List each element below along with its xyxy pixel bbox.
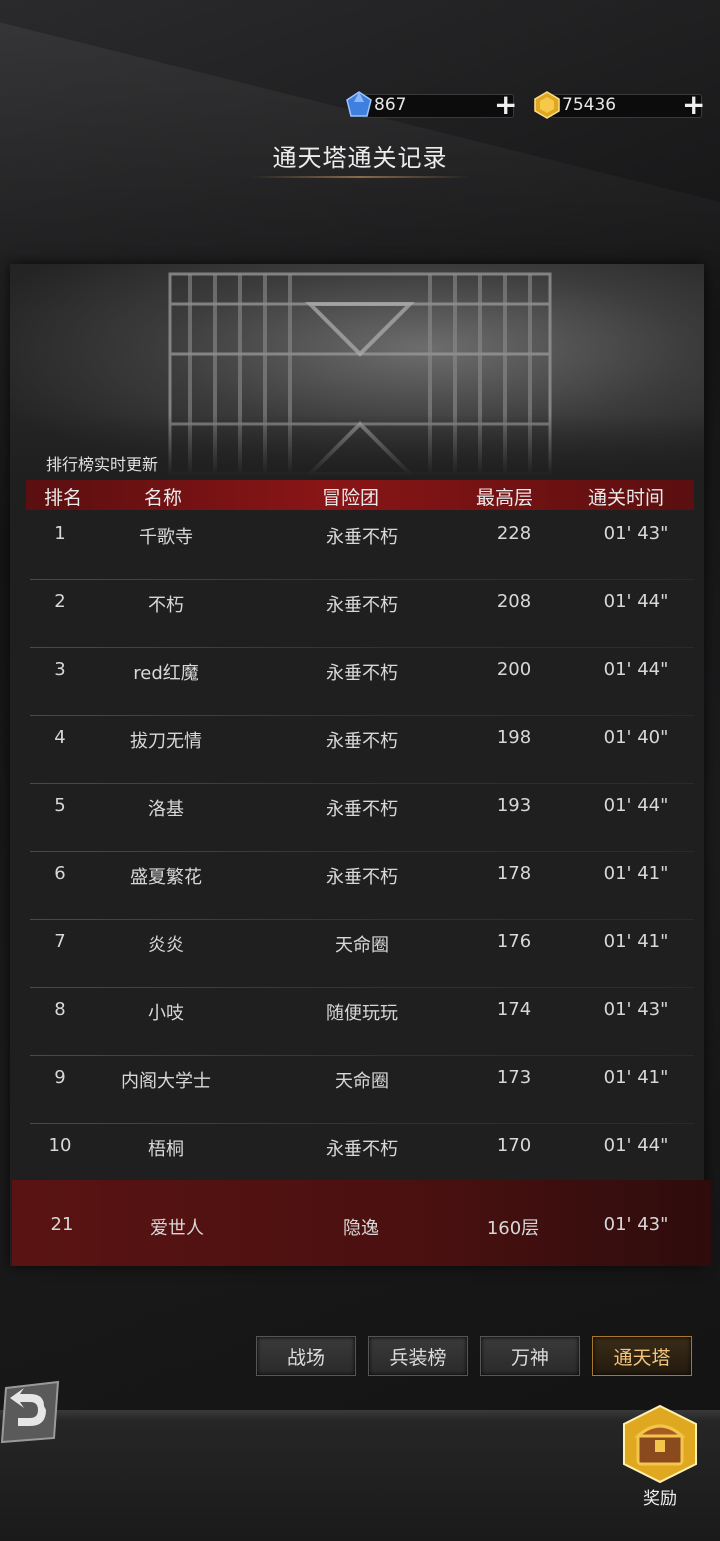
row-floor: 174 xyxy=(496,999,532,1020)
column-clear-time: 通关时间 xyxy=(588,487,665,509)
row-floor: 176 xyxy=(496,931,532,952)
add-gem-button[interactable]: + xyxy=(494,91,517,119)
title-divider xyxy=(250,176,470,178)
column-max-floor: 最高层 xyxy=(476,487,534,509)
row-name: 盛夏繁花 xyxy=(130,867,202,888)
gold-currency: 75436 + xyxy=(532,90,708,120)
row-name: 炎炎 xyxy=(148,935,184,956)
row-rank: 2 xyxy=(54,591,66,612)
my-name: 爱世人 xyxy=(150,1218,204,1239)
row-floor: 173 xyxy=(496,1067,532,1088)
row-rank: 8 xyxy=(54,999,66,1020)
row-name: 梧桐 xyxy=(148,1139,184,1160)
row-guild: 永垂不朽 xyxy=(326,1139,398,1160)
row-name: 洛基 xyxy=(148,799,184,820)
row-guild: 天命圈 xyxy=(335,935,389,956)
treasure-chest-icon[interactable] xyxy=(622,1404,698,1484)
realtime-update-label: 排行榜实时更新 xyxy=(46,455,159,474)
row-time: 01' 44" xyxy=(603,795,669,816)
row-rank: 1 xyxy=(54,523,66,544)
my-floor: 160层 xyxy=(486,1218,540,1239)
row-guild: 永垂不朽 xyxy=(326,595,398,616)
page-title: 通天塔通关记录 xyxy=(272,144,448,172)
row-time: 01' 44" xyxy=(603,659,669,680)
row-name: 内阁大学士 xyxy=(121,1071,211,1092)
table-row[interactable]: 6 盛夏繁花 永垂不朽 178 01' 41" xyxy=(26,852,694,920)
my-rank: 21 xyxy=(50,1214,74,1235)
row-name: red红魔 xyxy=(133,663,199,684)
row-rank: 9 xyxy=(54,1067,66,1088)
row-floor: 178 xyxy=(496,863,532,884)
column-rank: 排名 xyxy=(44,487,83,509)
row-floor: 208 xyxy=(496,591,532,612)
row-guild: 永垂不朽 xyxy=(326,731,398,752)
row-time: 01' 41" xyxy=(603,863,669,884)
gold-coin-icon xyxy=(534,91,560,119)
row-name: 千歌寺 xyxy=(139,527,193,548)
table-row[interactable]: 2 不朽 永垂不朽 208 01' 44" xyxy=(26,580,694,648)
column-name: 名称 xyxy=(144,487,183,509)
row-floor: 200 xyxy=(496,659,532,680)
row-rank: 5 xyxy=(54,795,66,816)
row-rank: 10 xyxy=(48,1135,72,1156)
table-row[interactable]: 8 小吱 随便玩玩 174 01' 43" xyxy=(26,988,694,1056)
tab-tower[interactable]: 通天塔 xyxy=(592,1336,692,1376)
row-guild: 天命圈 xyxy=(335,1071,389,1092)
row-rank: 6 xyxy=(54,863,66,884)
tower-banner-image: 排行榜实时更新 xyxy=(10,264,704,476)
column-guild: 冒险团 xyxy=(322,487,380,509)
tab-battlefield[interactable]: 战场 xyxy=(256,1336,356,1376)
table-row[interactable]: 4 拔刀无情 永垂不朽 198 01' 40" xyxy=(26,716,694,784)
row-time: 01' 41" xyxy=(603,931,669,952)
reward-label: 奖励 xyxy=(643,1489,677,1509)
row-time: 01' 43" xyxy=(603,999,669,1020)
row-guild: 永垂不朽 xyxy=(326,867,398,888)
row-guild: 永垂不朽 xyxy=(326,799,398,820)
table-row[interactable]: 9 内阁大学士 天命圈 173 01' 41" xyxy=(26,1056,694,1124)
bottom-bar xyxy=(0,1410,720,1541)
row-time: 01' 40" xyxy=(603,727,669,748)
row-guild: 永垂不朽 xyxy=(326,527,398,548)
table-row[interactable]: 1 千歌寺 永垂不朽 228 01' 43" xyxy=(26,512,694,580)
my-guild: 隐逸 xyxy=(343,1218,379,1239)
table-row[interactable]: 5 洛基 永垂不朽 193 01' 44" xyxy=(26,784,694,852)
tab-equipment-rank[interactable]: 兵装榜 xyxy=(368,1336,468,1376)
row-time: 01' 44" xyxy=(603,1135,669,1156)
tower-illustration xyxy=(10,272,704,476)
blue-gem-icon xyxy=(346,91,372,117)
row-guild: 永垂不朽 xyxy=(326,663,398,684)
row-name: 拔刀无情 xyxy=(130,731,202,752)
gem-currency: 867 + xyxy=(344,90,520,120)
row-floor: 198 xyxy=(496,727,532,748)
row-time: 01' 41" xyxy=(603,1067,669,1088)
table-row[interactable]: 3 red红魔 永垂不朽 200 01' 44" xyxy=(26,648,694,716)
my-time: 01' 43" xyxy=(603,1214,669,1235)
row-name: 小吱 xyxy=(148,1003,184,1024)
row-floor: 193 xyxy=(496,795,532,816)
row-time: 01' 44" xyxy=(603,591,669,612)
row-time: 01' 43" xyxy=(603,523,669,544)
row-guild: 随便玩玩 xyxy=(326,1003,398,1024)
row-rank: 3 xyxy=(54,659,66,680)
table-header: 排名 名称 冒险团 最高层 通关时间 xyxy=(26,480,694,510)
row-floor: 228 xyxy=(496,523,532,544)
add-gold-button[interactable]: + xyxy=(682,91,705,119)
row-rank: 4 xyxy=(54,727,66,748)
row-floor: 170 xyxy=(496,1135,532,1156)
row-name: 不朽 xyxy=(148,595,184,616)
back-arrow-icon[interactable] xyxy=(0,1380,62,1444)
tab-pantheon[interactable]: 万神 xyxy=(480,1336,580,1376)
my-rank-row[interactable]: 21 爱世人 隐逸 160层 01' 43" xyxy=(12,1180,711,1266)
row-rank: 7 xyxy=(54,931,66,952)
table-row[interactable]: 7 炎炎 天命圈 176 01' 41" xyxy=(26,920,694,988)
